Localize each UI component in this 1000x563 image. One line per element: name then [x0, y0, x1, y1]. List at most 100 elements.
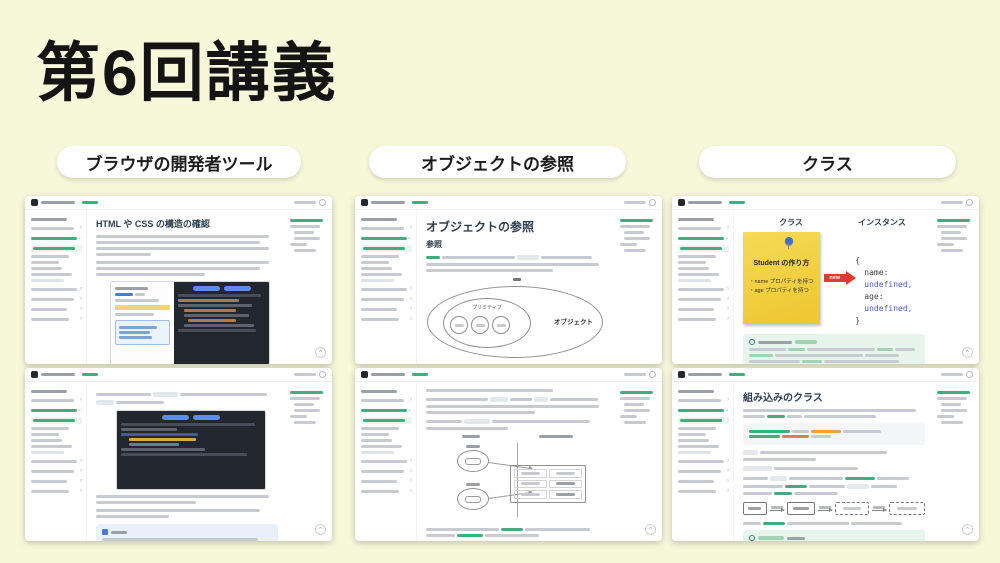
section-label-class: クラス: [699, 146, 956, 178]
mini-content: [417, 382, 616, 541]
thumbnail-object-ref-page1: › ⌄ › › › › オブジェクトの参照 参照 プリミティブ: [355, 196, 662, 364]
paragraph-skeleton: [743, 476, 925, 495]
thumbnail-object-ref-page2: › ⌄ › › › ›: [355, 368, 662, 541]
primitive-label: プリミティブ: [444, 304, 530, 311]
devtools-console: [117, 411, 265, 489]
paragraph-skeleton: [743, 450, 925, 461]
sticky-note-bullet: ・name プロパティを持つ: [749, 278, 814, 287]
header-avatar-icon: [649, 199, 656, 206]
instance-code: { name: undefined, age: undefined, }: [855, 255, 925, 327]
new-arrow-tip: [846, 271, 856, 285]
site-name-skeleton: [688, 201, 722, 204]
paragraph-skeleton: [743, 409, 925, 418]
paragraph-skeleton: [96, 495, 278, 504]
mini-page-title: オブジェクトの参照: [426, 218, 608, 235]
paragraph-skeleton: [426, 255, 608, 272]
site-logo-icon: [678, 371, 685, 378]
mini-site-header: [672, 368, 979, 382]
paragraph-skeleton: [743, 466, 925, 471]
site-name-skeleton: [41, 373, 75, 376]
new-arrow-label: new: [824, 274, 846, 282]
paragraph-skeleton: [96, 509, 278, 518]
back-to-top-button: ^: [645, 524, 656, 535]
mini-page-heading: HTML や CSS の構造の確認: [96, 217, 278, 230]
mini-toc: [937, 391, 974, 424]
thumbnail-devtools-page1: › ⌄ › › › › HTML や CSS の構造の確認: [25, 196, 332, 364]
site-logo-icon: [678, 199, 685, 206]
note-icon: [102, 529, 108, 535]
var-label-skeleton: [466, 445, 480, 448]
paragraph-skeleton: [743, 522, 925, 525]
site-name-skeleton: [371, 201, 405, 204]
object-memory-box: [510, 465, 586, 503]
mini-toc: [290, 219, 327, 252]
header-user-skeleton: [941, 201, 963, 204]
header-user-skeleton: [624, 201, 646, 204]
site-name-skeleton: [688, 373, 722, 376]
mini-sidebar-nav: › ⌄ › › › ›: [361, 390, 412, 494]
nav-link-skeleton: [729, 373, 745, 376]
site-logo-icon: [31, 199, 38, 206]
header-user-skeleton: [294, 373, 316, 376]
mini-sidebar-nav: › ⌄ › › › ›: [678, 390, 729, 494]
mini-toc: [290, 391, 327, 424]
paragraph-skeleton: [96, 235, 278, 256]
paragraph-skeleton: [426, 389, 553, 392]
mini-content: クラス インスタンス Student の作り方 ・name プロパティを持つ ・…: [734, 210, 933, 364]
tip-box: [743, 334, 925, 364]
site-logo-icon: [361, 199, 368, 206]
mini-sidebar-nav: › ⌄ › › › ›: [31, 218, 82, 322]
paragraph-skeleton: [96, 261, 278, 276]
header-avatar-icon: [319, 199, 326, 206]
mini-sidebar-nav: › ⌄ › › › ›: [31, 390, 82, 494]
mini-content: オブジェクトの参照 参照 プリミティブ オブジェクト: [417, 210, 616, 364]
mini-content: HTML や CSS の構造の確認: [87, 210, 286, 364]
mini-site-header: [355, 368, 662, 382]
info-card: [115, 320, 170, 345]
object-label: オブジェクト: [554, 316, 593, 326]
thumbnail-devtools-page2: › ⌄ › › › ›: [25, 368, 332, 541]
header-avatar-icon: [319, 371, 326, 378]
header-user-skeleton: [941, 373, 963, 376]
mini-code-block: [743, 423, 925, 445]
mini-toc: [620, 219, 657, 252]
mini-sidebar-nav: › ⌄ › › › ›: [361, 218, 412, 322]
devtools-pane: [174, 282, 269, 364]
highlighted-element: [115, 305, 170, 310]
paragraph-skeleton: [426, 528, 608, 537]
new-arrow: new: [824, 271, 852, 285]
header-user-skeleton: [294, 201, 316, 204]
mini-content: [87, 382, 286, 541]
console-screenshot: [116, 410, 266, 490]
mini-toc: [937, 219, 974, 252]
thumbnail-class-page1: › ⌄ › › › › クラス インスタンス Student の作り方 ・nam…: [672, 196, 979, 364]
section-label-devtools: ブラウザの開発者ツール: [57, 146, 301, 178]
nav-link-skeleton: [82, 373, 98, 376]
devtools-screenshot: [110, 281, 270, 364]
header-user-skeleton: [624, 373, 646, 376]
browser-pane: [111, 282, 174, 364]
variables-header-skeleton: [462, 435, 480, 438]
header-avatar-icon: [649, 371, 656, 378]
header-avatar-icon: [966, 199, 973, 206]
mini-site-header: [672, 196, 979, 210]
lightbulb-icon: [749, 339, 755, 345]
nav-link-skeleton: [412, 373, 428, 376]
back-to-top-button: ^: [962, 347, 973, 358]
sticky-note-title: Student の作り方: [749, 258, 814, 268]
paragraph-skeleton: [96, 392, 278, 405]
note-box: [96, 524, 278, 541]
mini-site-header: [25, 368, 332, 382]
primitive-type-circles: [450, 316, 510, 334]
mini-content: 組み込みのクラス: [734, 382, 933, 541]
thumbnail-class-page2: › ⌄ › › › › 組み込みのクラス: [672, 368, 979, 541]
mini-site-header: [25, 196, 332, 210]
diagram-top-label-skeleton: [513, 278, 521, 281]
tip-box: [743, 530, 925, 541]
diagram-column-headers: クラス インスタンス: [743, 217, 925, 228]
variable-ellipse: [457, 450, 489, 472]
nav-link-skeleton: [729, 201, 745, 204]
memory-header-skeleton: [539, 435, 573, 438]
sticky-note-bullet: ・age プロパティを持つ: [749, 287, 814, 296]
variable-ellipse: [457, 488, 489, 510]
